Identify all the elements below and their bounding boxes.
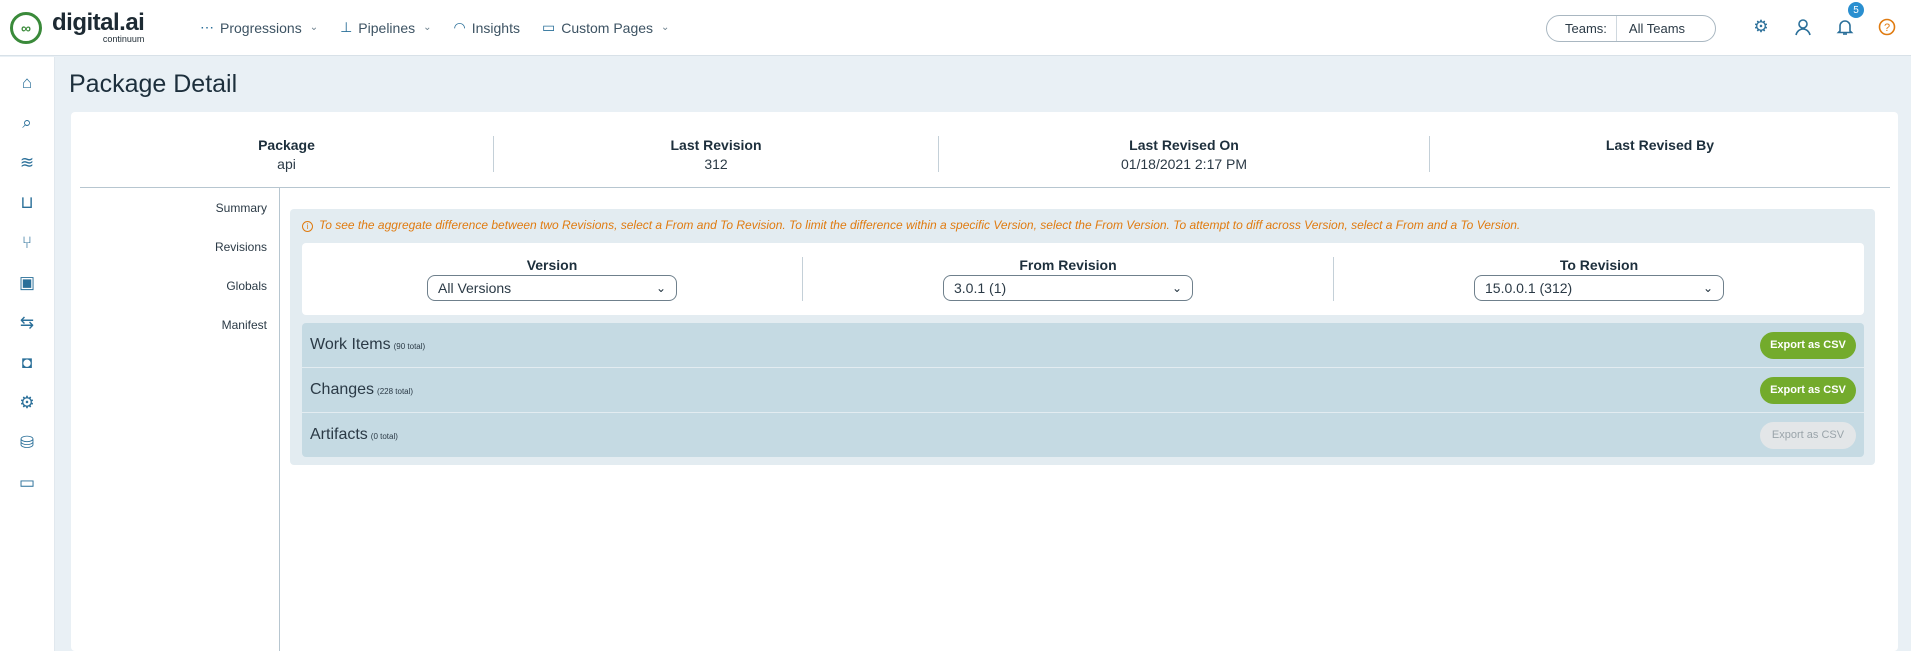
export-work-items-csv-button[interactable]: Export as CSV bbox=[1760, 331, 1856, 359]
settings-gear-icon[interactable]: ⚙ bbox=[1750, 16, 1772, 38]
nav-progressions[interactable]: ⋯ Progressions ⌄ bbox=[200, 19, 318, 36]
nav-custom-pages[interactable]: ▭ Custom Pages ⌄ bbox=[542, 19, 669, 36]
changes-section[interactable]: Changes (228 total) Export as CSV bbox=[302, 368, 1864, 412]
version-select-value: All Versions bbox=[438, 280, 512, 296]
revision-filters: Version All Versions ⌄ From Revision 3.0… bbox=[302, 243, 1864, 315]
left-icon-rail: ⌂ ⌕ ≋ ⊔ ⑂ ▣ ⇆ ◘ ⚙ ⛁ ▭ bbox=[0, 57, 55, 651]
info-message: i To see the aggregate difference between… bbox=[302, 218, 1520, 232]
changes-title: Changes bbox=[310, 381, 375, 398]
tab-summary[interactable]: Summary bbox=[216, 201, 267, 215]
chevron-down-icon: ⌄ bbox=[1702, 281, 1713, 295]
vault-icon[interactable]: ◘ bbox=[14, 350, 40, 376]
package-label: Package bbox=[258, 137, 315, 153]
exchange-arrows-icon[interactable]: ⇆ bbox=[14, 310, 40, 336]
summary-last-revision: Last Revision 312 bbox=[494, 112, 938, 187]
chevron-down-icon: ⌄ bbox=[655, 281, 666, 295]
summary-package: Package api bbox=[80, 112, 493, 187]
chevron-down-icon: ⌄ bbox=[309, 22, 319, 33]
main-nav: ⋯ Progressions ⌄ ⊥ Pipelines ⌄ ◠ Insight… bbox=[200, 19, 691, 36]
version-filter: Version All Versions ⌄ bbox=[302, 243, 802, 315]
nav-pipelines-label: Pipelines bbox=[358, 19, 416, 36]
tab-revisions[interactable]: Revisions bbox=[215, 240, 267, 254]
logo-icon: ∞ bbox=[10, 11, 42, 44]
section-heading: Artifacts (0 total) bbox=[310, 426, 398, 444]
package-basket-icon[interactable]: ⊔ bbox=[14, 190, 40, 216]
teams-selector[interactable]: Teams: All Teams bbox=[1546, 15, 1716, 42]
section-heading: Work Items (90 total) bbox=[310, 336, 425, 354]
from-revision-select[interactable]: 3.0.1 (1) ⌄ bbox=[943, 275, 1193, 301]
package-summary: Package api Last Revision 312 Last Revis… bbox=[80, 112, 1890, 188]
monitor-icon[interactable]: ▭ bbox=[14, 470, 40, 496]
artifacts-title: Artifacts bbox=[310, 426, 368, 443]
notifications-bell-icon[interactable] bbox=[1834, 16, 1856, 38]
pipelines-icon: ⊥ bbox=[340, 19, 353, 35]
summary-last-revised-on: Last Revised On 01/18/2021 2:17 PM bbox=[939, 112, 1429, 187]
page-title: Package Detail bbox=[69, 70, 238, 98]
tab-manifest[interactable]: Manifest bbox=[222, 318, 267, 332]
export-artifacts-csv-button[interactable]: Export as CSV bbox=[1760, 421, 1856, 449]
progressions-icon: ⋯ bbox=[200, 19, 214, 35]
logo-main-text: digital.ai bbox=[52, 9, 145, 36]
cogs-icon[interactable]: ⚙ bbox=[14, 390, 40, 416]
notifications-count-badge: 5 bbox=[1848, 2, 1864, 18]
from-revision-label: From Revision bbox=[1019, 257, 1117, 273]
help-icon[interactable]: ? bbox=[1876, 16, 1898, 38]
to-revision-select-value: 15.0.0.1 (312) bbox=[1485, 280, 1573, 296]
work-items-count: (90 total) bbox=[393, 342, 426, 351]
teams-value: All Teams bbox=[1628, 21, 1686, 36]
nav-progressions-label: Progressions bbox=[220, 19, 302, 36]
last-revised-on-label: Last Revised On bbox=[1129, 137, 1239, 153]
export-changes-csv-button[interactable]: Export as CSV bbox=[1760, 376, 1856, 404]
branch-icon[interactable]: ⑂ bbox=[14, 230, 40, 256]
to-revision-label: To Revision bbox=[1559, 257, 1639, 273]
nav-custom-pages-label: Custom Pages bbox=[561, 19, 654, 36]
package-detail-card: Package api Last Revision 312 Last Revis… bbox=[71, 112, 1898, 651]
work-items-title: Work Items bbox=[310, 336, 391, 353]
last-revision-label: Last Revision bbox=[670, 137, 762, 153]
teams-label: Teams: bbox=[1547, 16, 1617, 41]
briefcase-icon[interactable]: ▣ bbox=[14, 270, 40, 296]
svg-text:?: ? bbox=[1884, 22, 1890, 34]
from-revision-select-value: 3.0.1 (1) bbox=[954, 280, 1007, 296]
top-navbar: ∞ digital.ai continuum ⋯ Progressions ⌄ … bbox=[0, 0, 1911, 56]
chevron-down-icon: ⌄ bbox=[423, 22, 432, 33]
version-select[interactable]: All Versions ⌄ bbox=[427, 275, 677, 301]
revisions-diff-panel: i To see the aggregate difference between… bbox=[290, 209, 1875, 465]
info-text: To see the aggregate difference between … bbox=[319, 218, 1521, 232]
logo[interactable]: ∞ digital.ai continuum bbox=[10, 11, 180, 44]
work-items-section[interactable]: Work Items (90 total) Export as CSV bbox=[302, 323, 1864, 367]
artifacts-count: (0 total) bbox=[370, 432, 398, 441]
database-icon[interactable]: ⛁ bbox=[14, 430, 40, 456]
section-heading: Changes (228 total) bbox=[310, 381, 413, 399]
last-revised-on-value: 01/18/2021 2:17 PM bbox=[1120, 156, 1248, 172]
nav-insights-label: Insights bbox=[471, 19, 520, 36]
user-profile-icon[interactable] bbox=[1792, 16, 1814, 38]
custom-pages-icon: ▭ bbox=[541, 19, 556, 35]
logo-text: digital.ai continuum bbox=[52, 9, 145, 44]
tab-globals[interactable]: Globals bbox=[226, 279, 267, 293]
changes-count: (228 total) bbox=[377, 387, 414, 396]
to-revision-filter: To Revision 15.0.0.1 (312) ⌄ bbox=[1334, 243, 1864, 315]
package-value: api bbox=[277, 156, 296, 172]
to-revision-select[interactable]: 15.0.0.1 (312) ⌄ bbox=[1474, 275, 1724, 301]
nav-insights[interactable]: ◠ Insights bbox=[454, 19, 520, 36]
detail-side-tabs: Summary Revisions Globals Manifest bbox=[80, 188, 280, 651]
last-revision-value: 312 bbox=[704, 156, 728, 172]
info-icon: i bbox=[302, 221, 313, 232]
nav-pipelines[interactable]: ⊥ Pipelines ⌄ bbox=[340, 19, 431, 36]
artifacts-section[interactable]: Artifacts (0 total) Export as CSV bbox=[302, 413, 1864, 457]
insights-icon: ◠ bbox=[453, 19, 466, 35]
search-icon[interactable]: ⌕ bbox=[14, 110, 40, 136]
version-label: Version bbox=[526, 257, 578, 273]
layers-icon[interactable]: ≋ bbox=[14, 150, 40, 176]
last-revised-by-label: Last Revised By bbox=[1605, 137, 1715, 153]
home-icon[interactable]: ⌂ bbox=[14, 70, 40, 96]
from-revision-filter: From Revision 3.0.1 (1) ⌄ bbox=[803, 243, 1333, 315]
chevron-down-icon: ⌄ bbox=[661, 22, 670, 33]
summary-last-revised-by: Last Revised By bbox=[1430, 112, 1890, 187]
logo-sub-text: continuum bbox=[102, 34, 145, 44]
chevron-down-icon: ⌄ bbox=[1171, 281, 1182, 295]
